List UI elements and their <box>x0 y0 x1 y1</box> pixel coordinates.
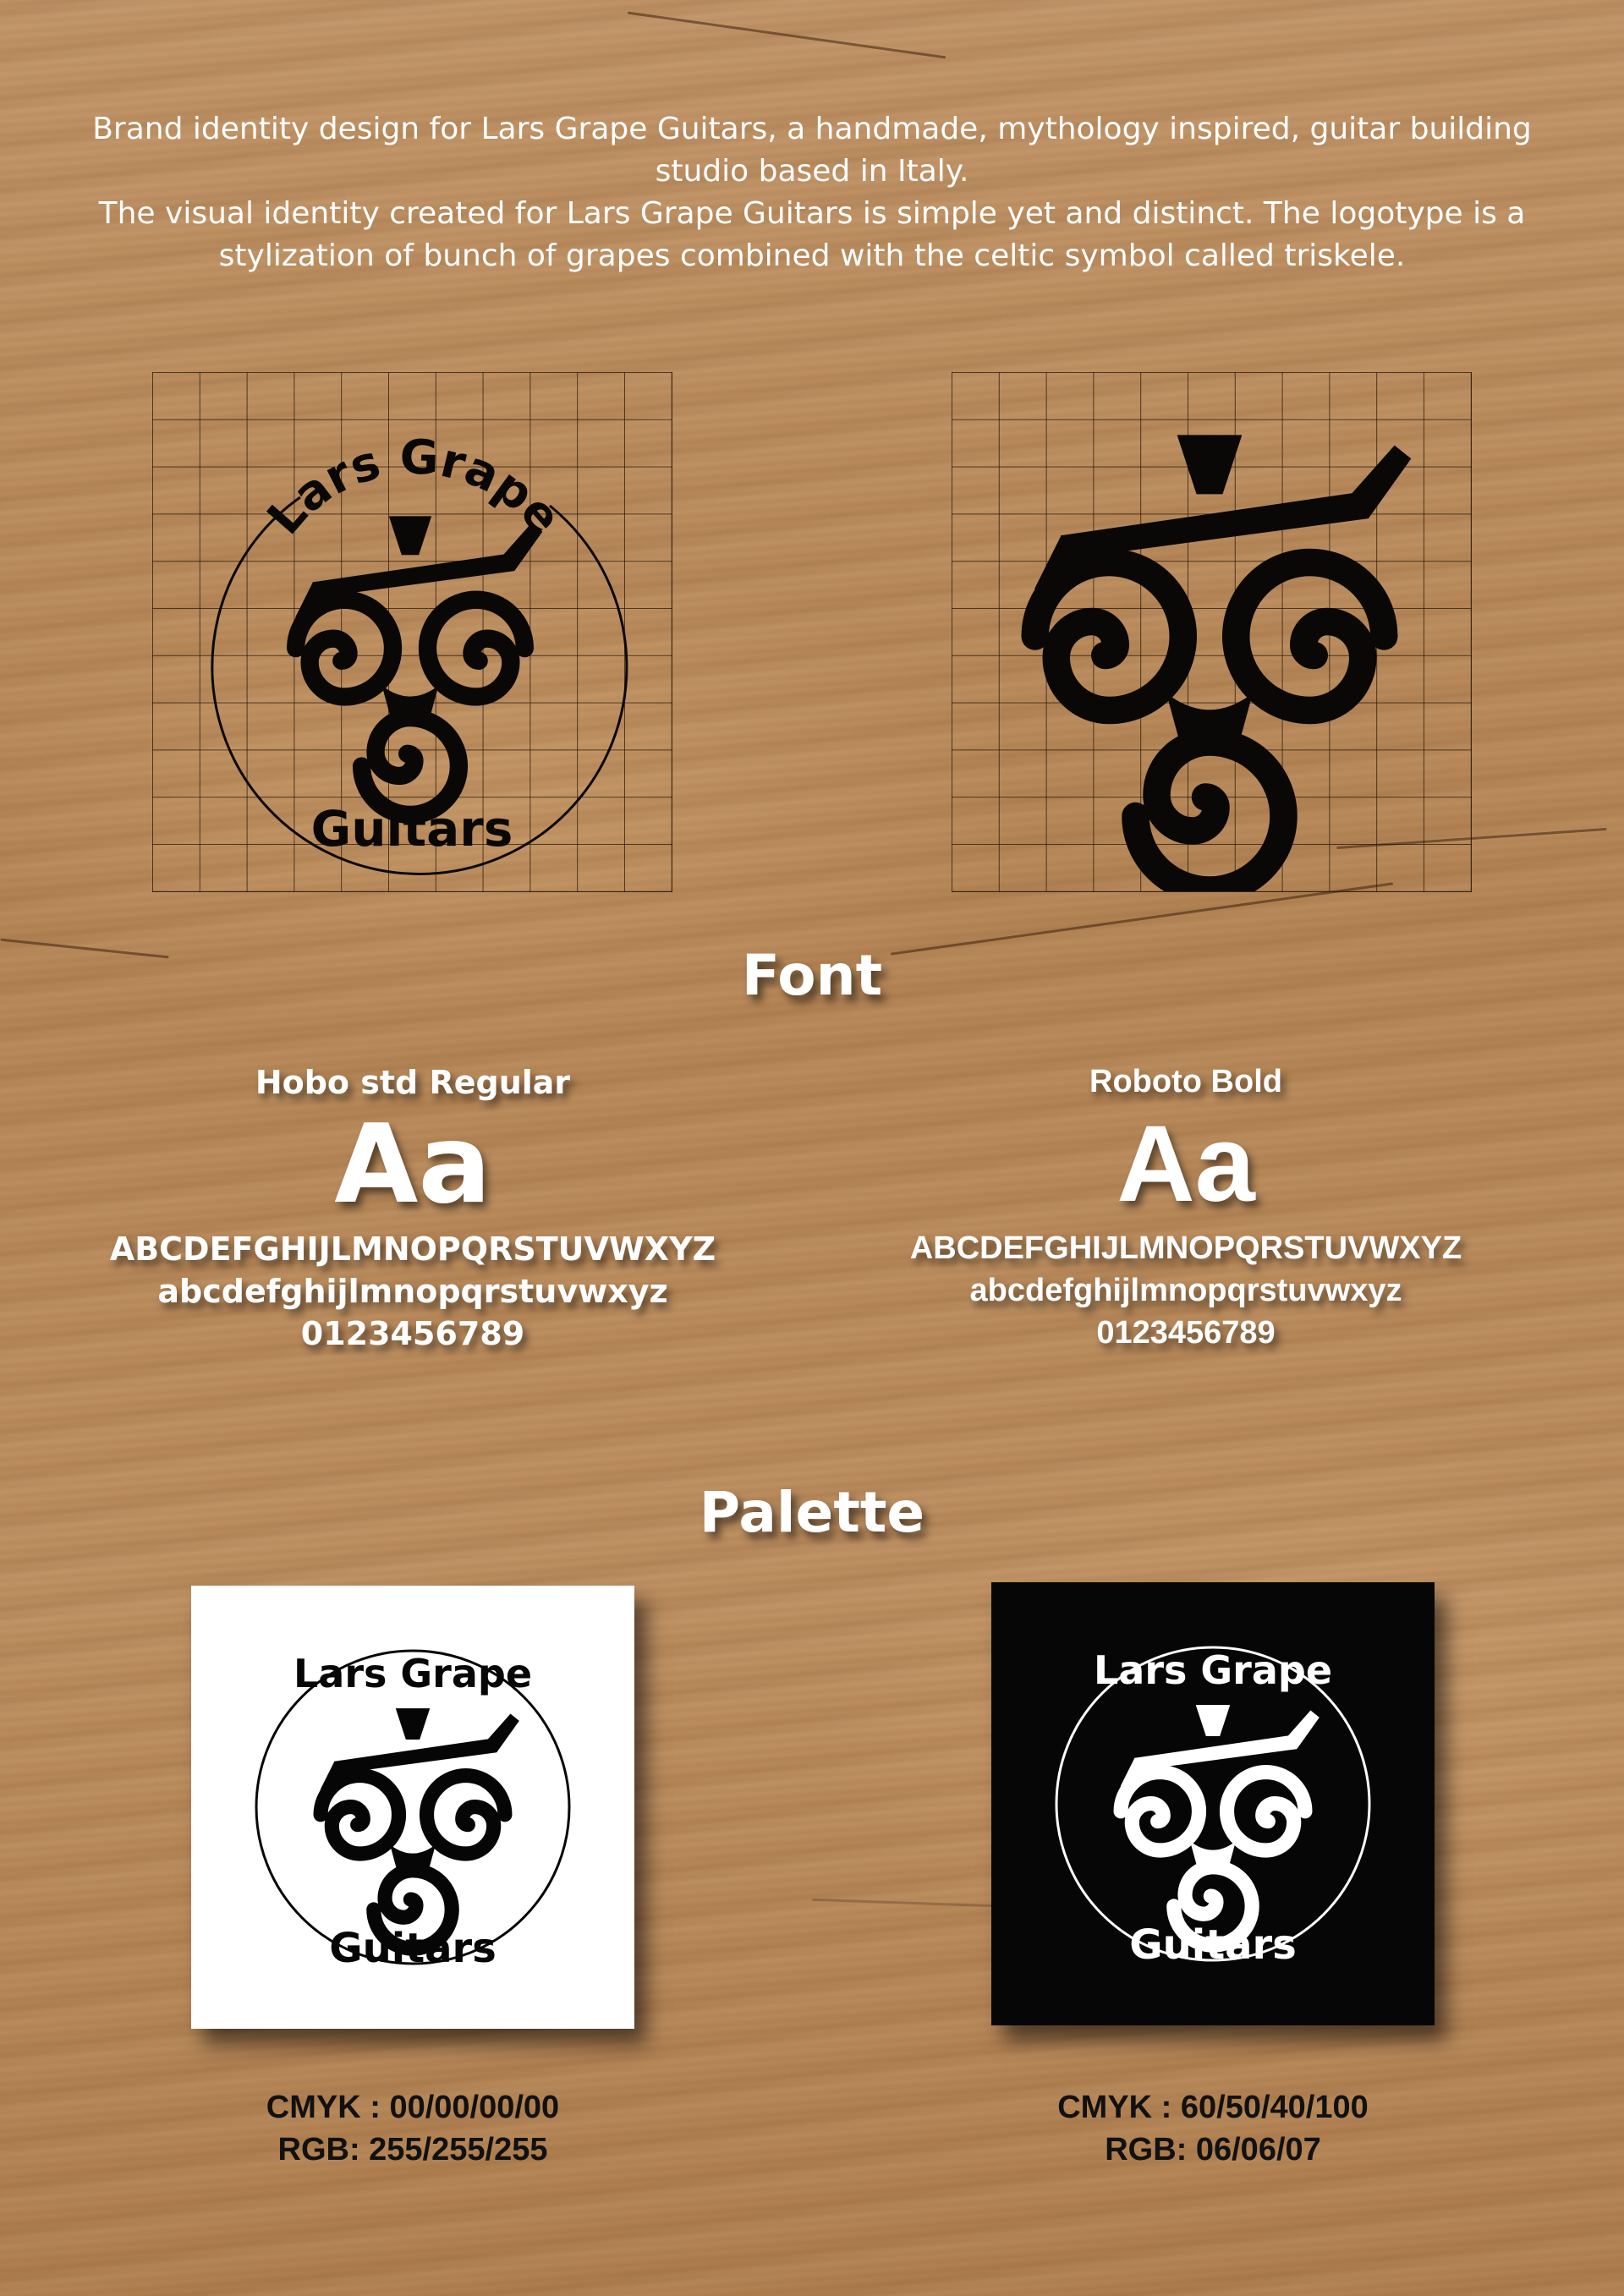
logo-grid-full: Lars Grape Guitars <box>152 372 672 892</box>
palette-section-title: Palette <box>699 1480 925 1545</box>
cmyk-value: CMYK : 60/50/40/100 <box>1057 2090 1369 2125</box>
palette-swatch-white: Lars Grape Guitars <box>191 1586 634 2029</box>
palette-label-black: CMYK : 60/50/40/100 RGB: 06/06/07 <box>959 2086 1467 2171</box>
font-sample-glyphs: Aa <box>1116 1104 1255 1225</box>
font-name: Roboto Bold <box>1089 1064 1282 1099</box>
font-uppercase: ABCDEFGHIJLMNOPQRSTUVWXYZ <box>909 1230 1462 1266</box>
font-uppercase: ABCDEFGHIJLMNOPQRSTUVWXYZ <box>109 1230 716 1268</box>
intro-text: Brand identity design for Lars Grape Gui… <box>85 108 1539 277</box>
intro-paragraph: Brand identity design for Lars Grape Gui… <box>92 112 1532 189</box>
triskele-icon <box>952 372 1471 891</box>
wood-crack <box>627 11 946 59</box>
logo-top-text: Lars Grape <box>1094 1647 1332 1693</box>
font-sample-glyphs: Aa <box>334 1102 491 1228</box>
logo-grid-mark <box>952 372 1472 892</box>
logo-badge-icon: Lars Grape Guitars <box>255 1649 571 1972</box>
font-sample-hobo: Hobo std Regular Aa ABCDEFGHIJLMNOPQRSTU… <box>41 1064 785 1355</box>
intro-paragraph: The visual identity created for Lars Gra… <box>98 196 1526 273</box>
font-sample-roboto: Roboto Bold Aa ABCDEFGHIJLMNOPQRSTUVWXYZ… <box>814 1064 1558 1354</box>
rgb-value: RGB: 06/06/07 <box>1105 2132 1321 2167</box>
logo-badge-icon: Lars Grape Guitars <box>1055 1646 1371 1969</box>
palette-label-white: CMYK : 00/00/00/00 RGB: 255/255/255 <box>159 2086 667 2171</box>
rgb-value: RGB: 255/255/255 <box>277 2132 548 2167</box>
font-lowercase: abcdefghijlmnopqrstuvwxyz <box>157 1273 668 1310</box>
font-section-title: Font <box>741 943 883 1008</box>
logo-badge-icon: Lars Grape Guitars <box>211 430 628 875</box>
font-name: Hobo std Regular <box>255 1064 571 1101</box>
palette-swatch-black: Lars Grape Guitars <box>991 1582 1435 2025</box>
logo-top-text: Lars Grape <box>294 1651 532 1696</box>
cmyk-value: CMYK : 00/00/00/00 <box>266 2090 560 2125</box>
font-digits: 0123456789 <box>1096 1315 1276 1351</box>
font-digits: 0123456789 <box>300 1315 525 1352</box>
font-lowercase: abcdefghijlmnopqrstuvwxyz <box>969 1273 1402 1308</box>
